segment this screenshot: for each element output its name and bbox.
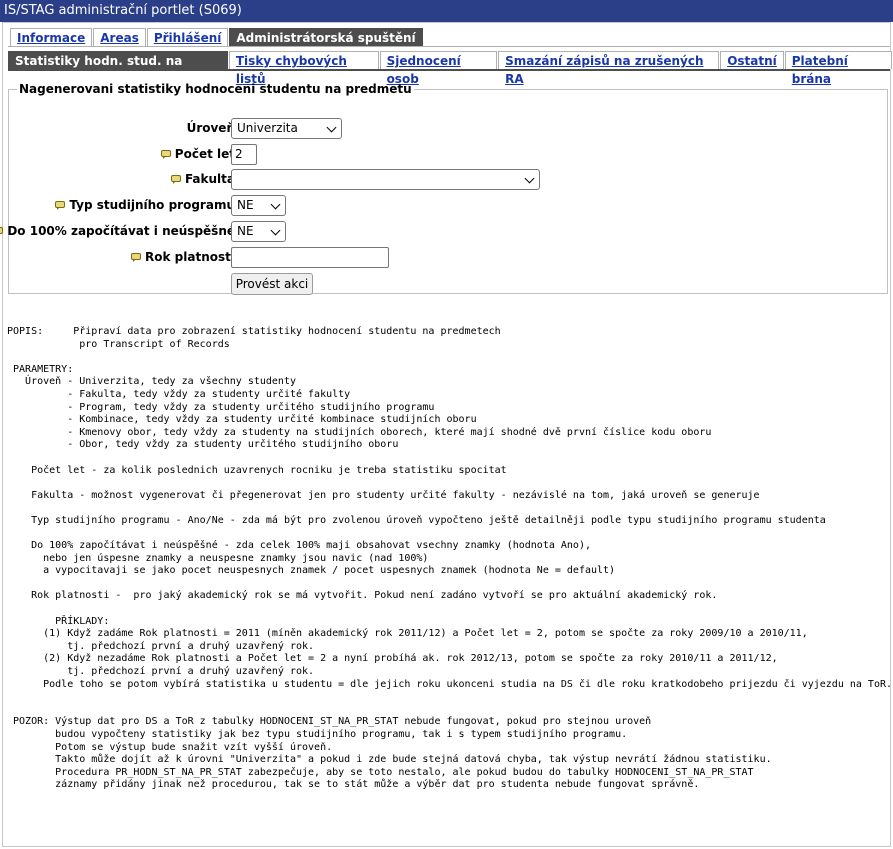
description-text: POPIS: Připraví data pro zobrazení stati… xyxy=(7,326,893,791)
help-icon[interactable] xyxy=(170,174,182,184)
do100-label: Do 100% započítávat i neúspěšné xyxy=(0,224,235,238)
subtab-ostatni[interactable]: Ostatní xyxy=(720,51,784,69)
row-fakulta: Fakulta xyxy=(9,169,889,191)
subtab-divider xyxy=(8,69,890,71)
row-submit: Provést akci xyxy=(9,273,889,295)
row-typ-studijniho-programu: Typ studijního programu NE xyxy=(9,195,889,217)
chevron-down-icon xyxy=(524,173,535,184)
rok-platnosti-input[interactable] xyxy=(231,247,389,268)
uroven-select[interactable]: Univerzita xyxy=(231,118,342,139)
help-icon[interactable] xyxy=(160,149,172,159)
subtab-sjednoceni-osob[interactable]: Sjednocení osob xyxy=(379,51,498,86)
form-legend: Nagenerovani statistiky hodnoceni studen… xyxy=(19,82,412,96)
row-do-100: Do 100% započítávat i neúspěšné NE xyxy=(0,221,889,243)
row-uroven: Úroveň Univerzita xyxy=(9,118,889,140)
pocet-let-label: Počet let xyxy=(160,147,235,161)
window-title: IS/STAG administrační portlet (S069) xyxy=(0,0,893,22)
help-icon[interactable] xyxy=(0,226,4,236)
pocet-let-input[interactable]: 2 xyxy=(231,144,257,165)
subtab-statistiky[interactable]: Statistiky hodn. stud. na předm. xyxy=(8,51,228,86)
provest-akci-button[interactable]: Provést akci xyxy=(231,273,313,295)
rok-label: Rok platnosti xyxy=(131,250,235,264)
row-pocet-let: Počet let 2 xyxy=(9,144,889,166)
chevron-down-icon xyxy=(326,122,337,133)
tab-informace[interactable]: Informace xyxy=(10,28,93,46)
typ-label: Typ studijního programu xyxy=(55,198,235,212)
tab-prihlaseni[interactable]: Přihlášení xyxy=(146,28,229,46)
subtab-platebni-brana[interactable]: Platební brána xyxy=(784,51,893,86)
fakulta-select[interactable] xyxy=(231,169,540,190)
subtab-tisky-chybovych-listu[interactable]: Tisky chybových listů xyxy=(228,51,379,86)
top-tab-bar: Informace Areas Přihlášení Administrátor… xyxy=(10,28,424,46)
sub-tab-bar: Statistiky hodn. stud. na předm. Tisky c… xyxy=(8,51,893,86)
do100-select[interactable]: NE xyxy=(231,221,286,242)
chevron-down-icon xyxy=(270,199,281,210)
help-icon[interactable] xyxy=(55,200,66,210)
help-icon[interactable] xyxy=(131,252,142,262)
tab-areas[interactable]: Areas xyxy=(93,28,146,46)
tab-divider xyxy=(8,46,890,47)
tab-administratorska-spusteni[interactable]: Administrátorská spuštění xyxy=(229,28,423,46)
uroven-label: Úroveň xyxy=(186,121,235,135)
subtab-smazani-zapisu[interactable]: Smazání zápisů na zrušených RA xyxy=(498,51,720,86)
row-rok-platnosti: Rok platnosti xyxy=(9,247,889,269)
fakulta-label: Fakulta xyxy=(170,172,235,186)
statistics-form: Nagenerovani statistiky hodnoceni studen… xyxy=(0,82,889,295)
typ-select[interactable]: NE xyxy=(231,195,286,216)
chevron-down-icon xyxy=(270,225,281,236)
